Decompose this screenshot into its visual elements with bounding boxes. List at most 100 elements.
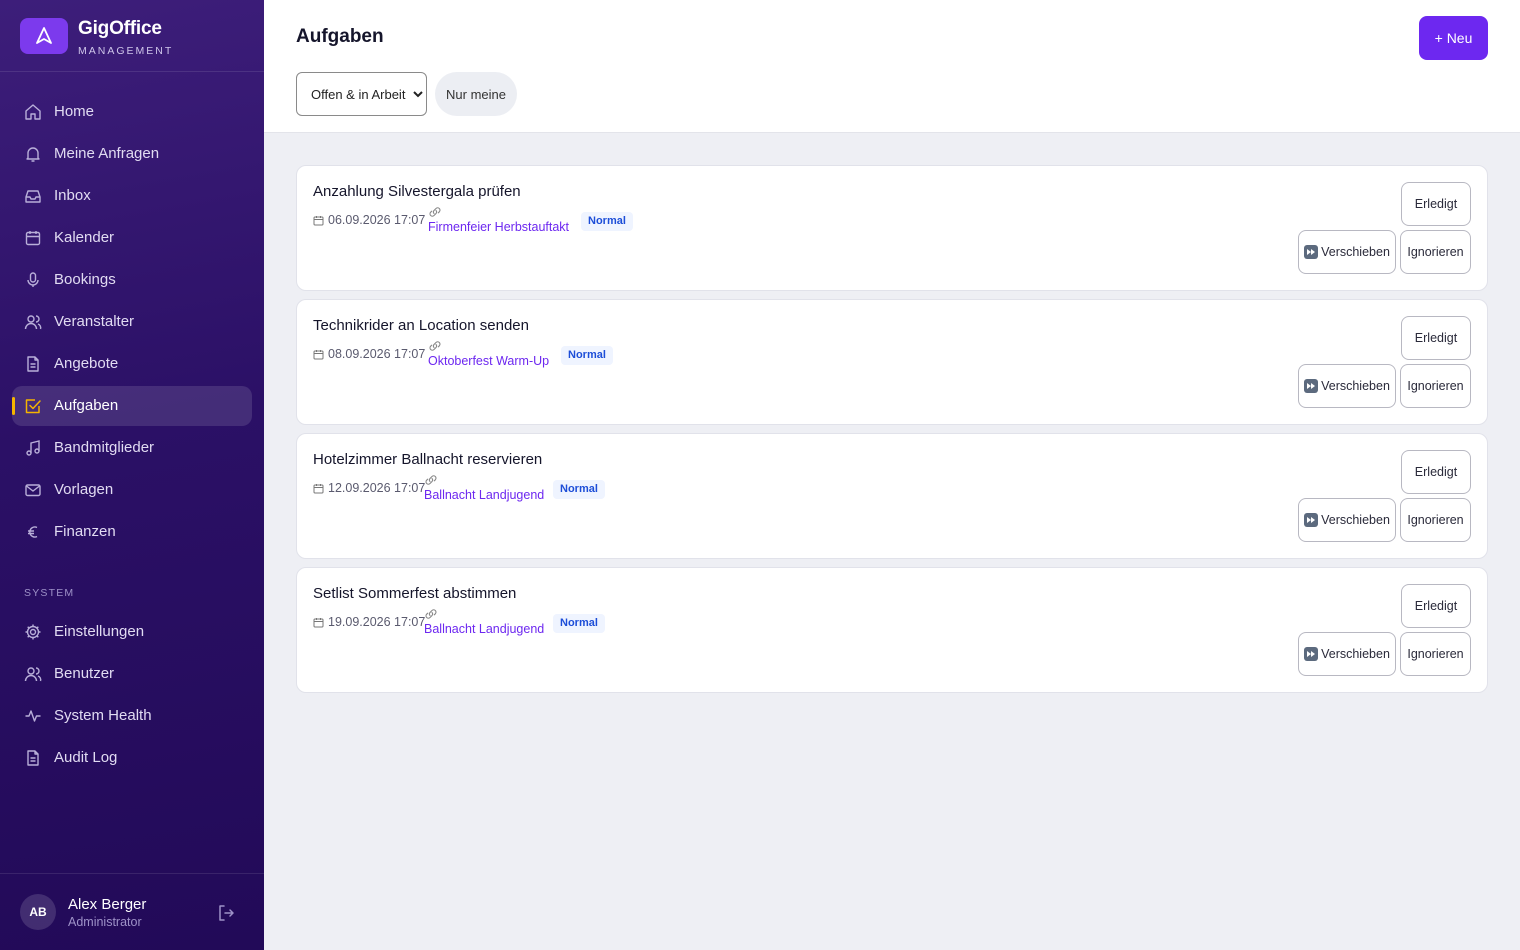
sidebar-item-label: Inbox	[54, 187, 91, 204]
sidebar-item-home[interactable]: Home	[12, 92, 252, 132]
brand-name: GigOffice	[78, 18, 162, 39]
done-button[interactable]: Erledigt	[1401, 450, 1471, 494]
euro-icon	[28, 526, 38, 538]
postpone-button[interactable]: Verschieben	[1298, 498, 1396, 542]
postpone-button[interactable]: Verschieben	[1298, 230, 1396, 274]
document-icon	[27, 356, 39, 372]
ignore-button[interactable]: Ignorieren	[1400, 498, 1471, 542]
task-card: Anzahlung Silvestergala prüfen 06.09.202…	[296, 165, 1488, 291]
priority-badge: Normal	[553, 614, 605, 633]
sidebar-item-label: Home	[54, 103, 95, 120]
postpone-label: Verschieben	[1321, 245, 1390, 259]
only-mine-toggle[interactable]: Nur meine	[435, 72, 517, 116]
logout-icon[interactable]	[216, 903, 236, 923]
activity-icon	[25, 710, 41, 722]
music-icon	[26, 440, 40, 456]
link-icon	[425, 609, 437, 619]
priority-badge: Normal	[581, 212, 633, 231]
brand-subtitle: MANAGEMENT	[78, 45, 174, 57]
calendar-icon	[313, 618, 324, 628]
sidebar-item-angebote[interactable]: Angebote	[12, 344, 252, 384]
task-booking-link[interactable]: Firmenfeier Herbstauftakt	[428, 220, 569, 234]
fast-forward-icon	[1304, 647, 1319, 661]
task-title: Hotelzimmer Ballnacht reservieren	[313, 451, 543, 468]
avatar[interactable]: AB	[20, 894, 56, 930]
sidebar-item-benutzer[interactable]: Benutzer	[12, 654, 252, 694]
sidebar-item-label: Einstellungen	[54, 623, 145, 640]
sidebar-item-meine-anfragen[interactable]: Meine Anfragen	[12, 134, 252, 174]
calendar-icon	[313, 350, 324, 360]
fast-forward-icon	[1304, 379, 1319, 393]
sidebar-item-label: System Health	[54, 707, 152, 724]
sidebar-item-vorlagen[interactable]: Vorlagen	[12, 470, 252, 510]
task-title: Technikrider an Location senden	[313, 317, 529, 334]
checkbox-icon	[25, 399, 41, 414]
sidebar-item-label: Finanzen	[54, 523, 116, 540]
link-icon	[429, 341, 441, 351]
link-icon	[425, 475, 437, 485]
priority-badge: Normal	[561, 346, 613, 365]
sidebar-item-einstellungen[interactable]: Einstellungen	[12, 612, 252, 652]
fast-forward-icon	[1304, 245, 1319, 259]
brand: GigOffice MANAGEMENT	[0, 0, 264, 72]
ignore-button[interactable]: Ignorieren	[1400, 364, 1471, 408]
done-button[interactable]: Erledigt	[1401, 584, 1471, 628]
task-due-date: 08.09.2026 17:07	[328, 347, 426, 361]
ignore-button[interactable]: Ignorieren	[1400, 632, 1471, 676]
logo-icon	[20, 18, 68, 54]
calendar-icon	[313, 484, 324, 494]
done-button[interactable]: Erledigt	[1401, 182, 1471, 226]
gear-icon	[25, 624, 41, 640]
task-card: Setlist Sommerfest abstimmen 19.09.2026 …	[296, 567, 1488, 693]
task-title: Setlist Sommerfest abstimmen	[313, 585, 517, 602]
postpone-button[interactable]: Verschieben	[1298, 364, 1396, 408]
task-due-date: 06.09.2026 17:07	[328, 213, 426, 227]
sidebar: GigOffice MANAGEMENT Home Meine Anfragen…	[0, 0, 264, 950]
users-icon	[24, 667, 42, 682]
task-due-date: 19.09.2026 17:07	[328, 615, 426, 629]
sidebar-item-label: Meine Anfragen	[54, 145, 160, 162]
sidebar-item-inbox[interactable]: Inbox	[12, 176, 252, 216]
sidebar-item-finanzen[interactable]: Finanzen	[12, 512, 252, 552]
done-button[interactable]: Erledigt	[1401, 316, 1471, 360]
link-icon	[429, 207, 441, 217]
user-panel: AB Alex Berger Administrator	[0, 873, 264, 950]
page-header: Aufgaben + Neu Offen & in Arbeit Nur mei…	[264, 0, 1520, 133]
priority-badge: Normal	[553, 480, 605, 499]
sidebar-item-label: Benutzer	[54, 665, 115, 682]
sidebar-item-label: Kalender	[54, 229, 115, 246]
new-task-button[interactable]: + Neu	[1419, 16, 1488, 60]
sidebar-item-kalender[interactable]: Kalender	[12, 218, 252, 258]
calendar-icon	[25, 231, 41, 246]
sidebar-item-bandmitglieder[interactable]: Bandmitglieder	[12, 428, 252, 468]
bell-icon	[26, 147, 40, 162]
task-card: Technikrider an Location senden 08.09.20…	[296, 299, 1488, 425]
document-icon	[27, 750, 39, 766]
home-icon	[25, 104, 41, 120]
sidebar-item-veranstalter[interactable]: Veranstalter	[12, 302, 252, 342]
task-due-date: 12.09.2026 17:07	[328, 481, 426, 495]
page-title: Aufgaben	[296, 26, 384, 47]
sidebar-item-system-health[interactable]: System Health	[12, 696, 252, 736]
calendar-icon	[313, 216, 324, 226]
task-card: Hotelzimmer Ballnacht reservieren 12.09.…	[296, 433, 1488, 559]
sidebar-item-label: Audit Log	[54, 749, 118, 766]
user-name: Alex Berger	[68, 896, 147, 913]
postpone-label: Verschieben	[1321, 647, 1390, 661]
sidebar-item-label: Bandmitglieder	[54, 439, 155, 456]
sidebar-item-label: Aufgaben	[54, 397, 119, 414]
inbox-icon	[25, 190, 41, 203]
system-section-label: SYSTEM	[24, 587, 75, 599]
users-icon	[24, 315, 42, 330]
sidebar-item-bookings[interactable]: Bookings	[12, 260, 252, 300]
ignore-button[interactable]: Ignorieren	[1400, 230, 1471, 274]
task-booking-link[interactable]: Ballnacht Landjugend	[424, 488, 544, 502]
sidebar-item-aufgaben[interactable]: Aufgaben	[12, 386, 252, 426]
sidebar-item-label: Vorlagen	[54, 481, 114, 498]
microphone-icon	[27, 272, 39, 287]
status-filter-select[interactable]: Offen & in Arbeit	[296, 72, 427, 116]
sidebar-item-audit-log[interactable]: Audit Log	[12, 738, 252, 778]
task-booking-link[interactable]: Ballnacht Landjugend	[424, 622, 544, 636]
task-booking-link[interactable]: Oktoberfest Warm-Up	[428, 354, 549, 368]
postpone-button[interactable]: Verschieben	[1298, 632, 1396, 676]
